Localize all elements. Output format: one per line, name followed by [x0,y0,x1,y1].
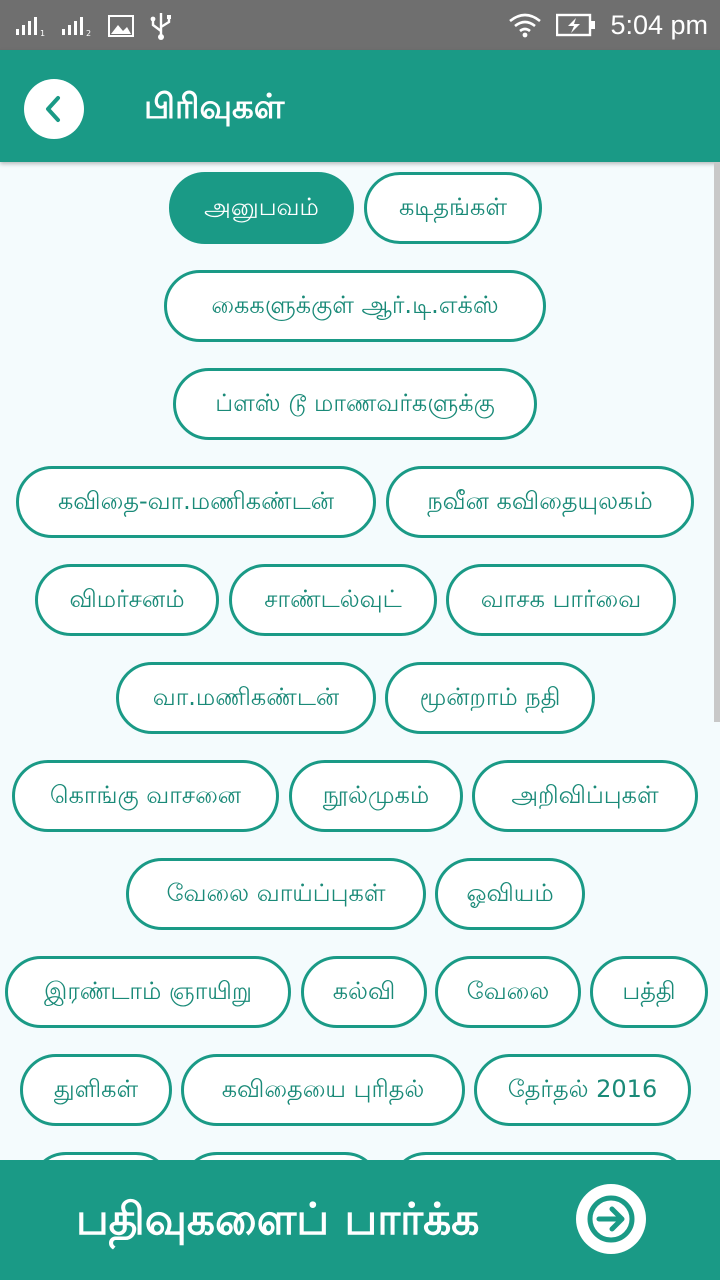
category-chip-18[interactable]: வேலை [435,956,581,1028]
category-chip-13[interactable]: அறிவிப்புகள் [472,760,698,832]
wifi-icon [509,13,542,38]
app-bar: பிரிவுகள் [0,50,720,162]
category-chip-19[interactable]: பத்தி [590,956,708,1028]
category-chip-14[interactable]: வேலை வாய்ப்புகள் [126,858,426,930]
scrollbar[interactable] [714,162,720,722]
category-chip-21[interactable]: கவிதையை புரிதல் [181,1054,465,1126]
status-icons-left: 1 2 [16,10,174,42]
category-chip-11[interactable]: கொங்கு வாசனை [12,760,279,832]
category-chip-16[interactable]: இரண்டாம் ஞாயிறு [5,956,291,1028]
status-icons-right: 5:04 pm [508,8,708,42]
signal-2-icon: 2 [62,17,91,37]
arrow-right-icon [587,1195,635,1243]
category-chip-5[interactable]: நவீன கவிதையுலகம் [386,466,694,538]
category-chip-partial[interactable] [390,1152,690,1160]
category-chip-22[interactable]: தேர்தல் 2016 [474,1054,691,1126]
category-chip-6[interactable]: விமர்சனம் [35,564,219,636]
category-chip-0[interactable]: அனுபவம் [169,172,354,244]
category-chip-partial[interactable] [30,1152,172,1160]
back-button[interactable] [24,79,84,139]
status-bar: 1 2 5:04 pm [0,0,720,50]
category-chip-2[interactable]: கைகளுக்குள் ஆர்.டி.எக்ஸ் [164,270,546,342]
view-posts-label: பதிவுகளைப் பார்க்க [76,1194,480,1245]
category-chip-8[interactable]: வாசக பார்வை [446,564,676,636]
category-chip-7[interactable]: சாண்டல்வுட் [229,564,437,636]
category-chip-10[interactable]: மூன்றாம் நதி [385,662,595,734]
signal-1-icon: 1 [16,17,45,37]
category-chip-3[interactable]: ப்ளஸ் டூ மாணவர்களுக்கு [173,368,537,440]
usb-icon [150,13,171,40]
category-chip-15[interactable]: ஓவியம் [435,858,585,930]
category-chip-12[interactable]: நூல்முகம் [289,760,463,832]
page-title: பிரிவுகள் [144,87,285,127]
chevron-left-icon [46,96,60,122]
svg-text:1: 1 [40,29,45,37]
category-chip-20[interactable]: துளிகள் [20,1054,172,1126]
category-chip-9[interactable]: வா.மணிகண்டன் [116,662,376,734]
arrow-right-circle-icon[interactable] [576,1184,646,1254]
category-chip-1[interactable]: கடிதங்கள் [364,172,542,244]
category-chip-17[interactable]: கல்வி [301,956,427,1028]
category-chip-4[interactable]: கவிதை-வா.மணிகண்டன் [16,466,376,538]
battery-charging-icon [556,13,596,37]
svg-text:2: 2 [86,29,91,37]
view-posts-button[interactable]: பதிவுகளைப் பார்க்க [0,1160,720,1280]
category-list[interactable]: அனுபவம் கடிதங்கள் கைகளுக்குள் ஆர்.டி.எக்… [0,162,720,1160]
image-icon [108,15,134,37]
status-time: 5:04 pm [610,9,708,40]
category-chip-partial[interactable] [181,1152,381,1160]
